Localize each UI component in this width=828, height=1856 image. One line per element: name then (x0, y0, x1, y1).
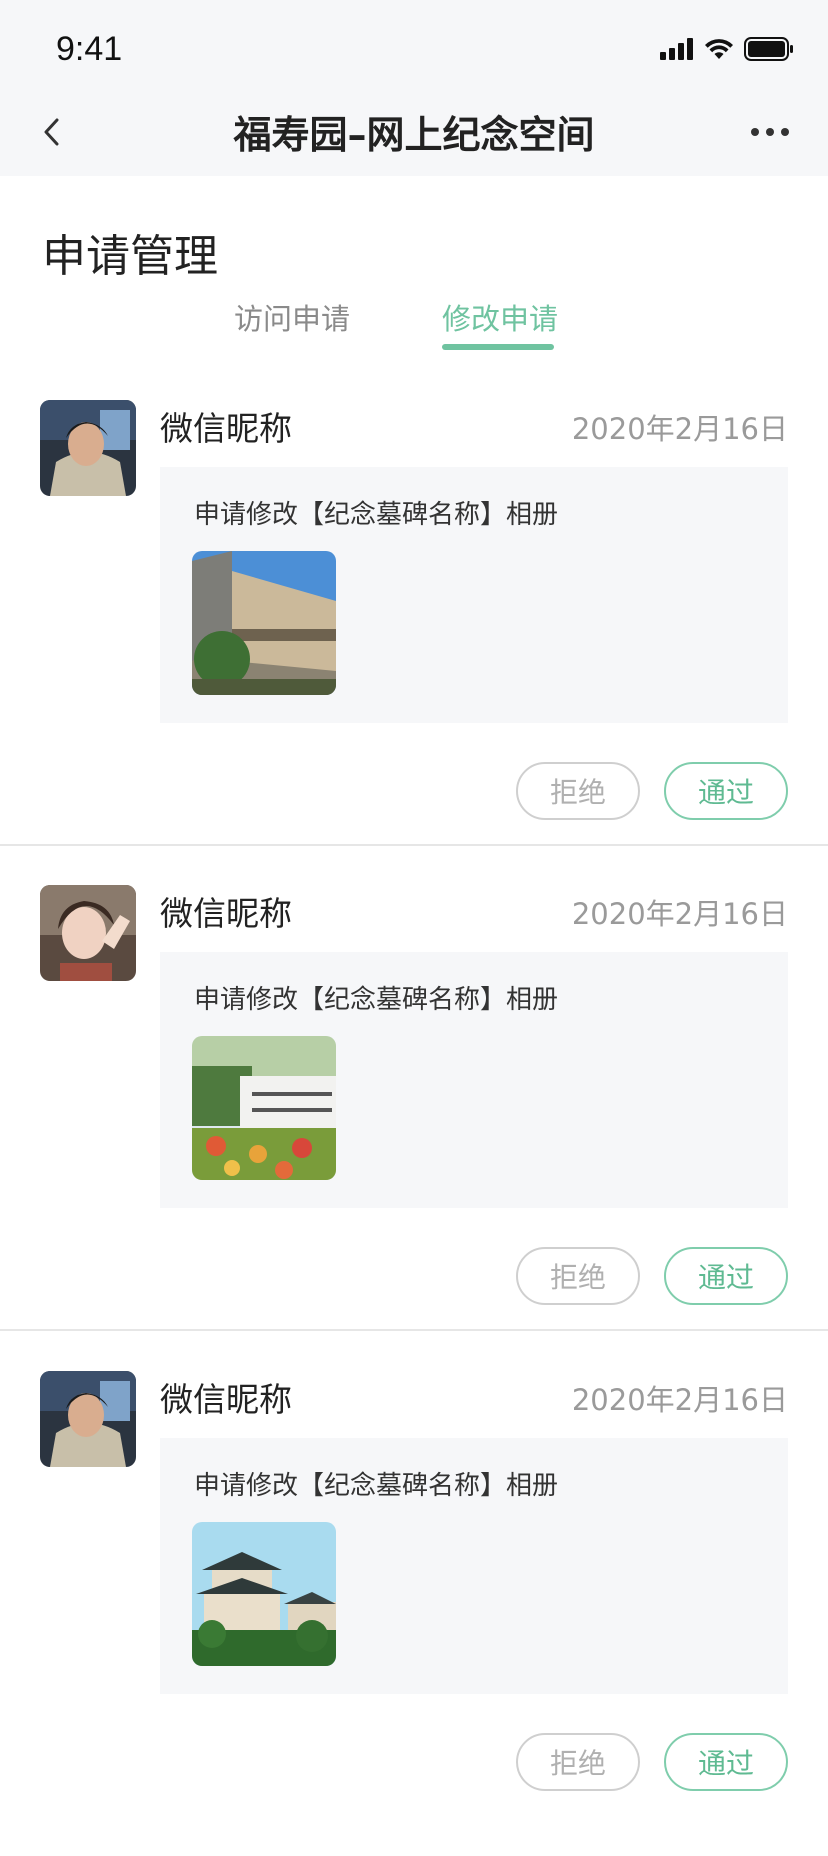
approve-button[interactable]: 通过 (664, 1733, 788, 1791)
tab-active-indicator (442, 344, 554, 350)
request-card: 微信昵称 2020年2月16日 申请修改【纪念墓碑名称】相册 拒绝 通过 (0, 400, 828, 885)
card-divider (0, 844, 828, 846)
nickname: 微信昵称 (160, 1380, 292, 1419)
album-thumbnail[interactable] (192, 1522, 336, 1666)
reject-button[interactable]: 拒绝 (516, 1733, 640, 1791)
battery-icon (744, 37, 793, 61)
page-title: 申请管理 (42, 231, 218, 282)
album-thumbnail[interactable] (192, 551, 336, 695)
avatar[interactable] (40, 400, 136, 496)
avatar[interactable] (40, 1371, 136, 1467)
request-detail-panel: 申请修改【纪念墓碑名称】相册 (160, 467, 788, 723)
tab-visit-requests[interactable]: 访问申请 (234, 296, 350, 338)
avatar[interactable] (40, 885, 136, 981)
nav-title: 福寿园–网上纪念空间 (233, 113, 595, 157)
album-thumbnail[interactable] (192, 1036, 336, 1180)
more-dots-icon (751, 128, 789, 136)
status-icons (660, 36, 794, 62)
nav-bar: 福寿园–网上纪念空间 (0, 88, 828, 176)
cellular-signal-icon (660, 38, 693, 60)
request-detail-panel: 申请修改【纪念墓碑名称】相册 (160, 952, 788, 1208)
request-date: 2020年2月16日 (571, 1383, 788, 1417)
request-text: 申请修改【纪念墓碑名称】相册 (194, 1471, 559, 1501)
request-date: 2020年2月16日 (571, 897, 788, 931)
request-detail-panel: 申请修改【纪念墓碑名称】相册 (160, 1438, 788, 1694)
more-button[interactable] (740, 110, 800, 154)
nickname: 微信昵称 (160, 409, 292, 448)
status-bar: 9:41 (0, 0, 828, 88)
request-text: 申请修改【纪念墓碑名称】相册 (194, 985, 559, 1015)
tab-bar: 访问申请 修改申请 (0, 296, 828, 352)
wifi-icon (705, 39, 733, 59)
reject-button[interactable]: 拒绝 (516, 1247, 640, 1305)
reject-button[interactable]: 拒绝 (516, 762, 640, 820)
approve-button[interactable]: 通过 (664, 1247, 788, 1305)
request-card: 微信昵称 2020年2月16日 申请修改【纪念墓碑名称】相册 拒绝 通过 (0, 885, 828, 1370)
nickname: 微信昵称 (160, 894, 292, 933)
request-text: 申请修改【纪念墓碑名称】相册 (194, 500, 559, 530)
card-divider (0, 1329, 828, 1331)
request-card: 微信昵称 2020年2月16日 申请修改【纪念墓碑名称】相册 拒绝 通过 (0, 1371, 828, 1856)
status-time: 9:41 (56, 30, 123, 68)
request-date: 2020年2月16日 (571, 412, 788, 446)
tab-edit-requests[interactable]: 修改申请 (442, 296, 558, 338)
approve-button[interactable]: 通过 (664, 762, 788, 820)
